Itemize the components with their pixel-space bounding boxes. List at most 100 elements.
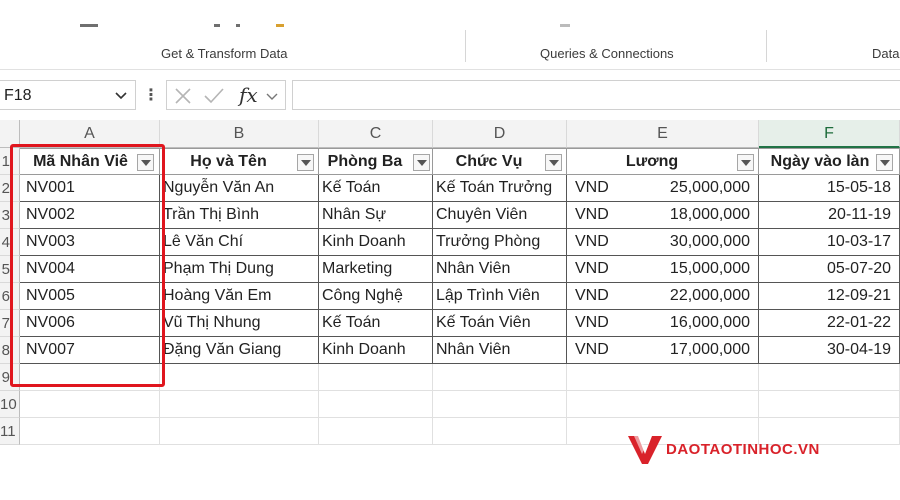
table-cell-name[interactable]: Hoàng Văn Em [160, 283, 319, 310]
select-all-corner[interactable] [0, 120, 20, 148]
empty-cell[interactable] [319, 418, 433, 445]
filter-dropdown-button[interactable] [137, 154, 154, 171]
more-options-icon[interactable]: ⋮ [143, 86, 159, 106]
table-cell-date[interactable]: 05-07-20 [759, 256, 900, 283]
table-cell-role[interactable]: Nhân Viên [433, 256, 567, 283]
column-header-d[interactable]: D [433, 120, 567, 148]
ribbon-icon[interactable] [276, 24, 284, 27]
table-cell-id[interactable]: NV002 [20, 202, 160, 229]
row-header[interactable]: 1 [0, 148, 20, 175]
table-cell-currency[interactable]: VND [567, 202, 619, 229]
empty-cell[interactable] [319, 364, 433, 391]
table-cell-dept[interactable]: Kế Toán [319, 310, 433, 337]
empty-cell[interactable] [759, 364, 900, 391]
table-cell-salary[interactable]: 15,000,000 [619, 256, 759, 283]
table-cell-date[interactable]: 20-11-19 [759, 202, 900, 229]
table-cell-id[interactable]: NV003 [20, 229, 160, 256]
row-header[interactable]: 7 [0, 310, 20, 337]
table-cell-dept[interactable]: Kinh Doanh [319, 337, 433, 364]
table-cell-id[interactable]: NV006 [20, 310, 160, 337]
table-cell-dept[interactable]: Nhân Sự [319, 202, 433, 229]
table-cell-dept[interactable]: Kế Toán [319, 175, 433, 202]
filter-dropdown-button[interactable] [737, 154, 754, 171]
table-cell-date[interactable]: 10-03-17 [759, 229, 900, 256]
filter-dropdown-button[interactable] [876, 154, 893, 171]
table-cell-role[interactable]: Kế Toán Viên [433, 310, 567, 337]
table-cell-id[interactable]: NV004 [20, 256, 160, 283]
table-cell-role[interactable]: Trưởng Phòng [433, 229, 567, 256]
column-header-e[interactable]: E [567, 120, 759, 148]
table-cell-id[interactable]: NV001 [20, 175, 160, 202]
table-cell-name[interactable]: Lê Văn Chí [160, 229, 319, 256]
filter-dropdown-button[interactable] [545, 154, 562, 171]
empty-cell[interactable] [20, 364, 160, 391]
table-cell-date[interactable]: 30-04-19 [759, 337, 900, 364]
empty-cell[interactable] [567, 391, 759, 418]
table-cell-name[interactable]: Vũ Thị Nhung [160, 310, 319, 337]
row-header[interactable]: 3 [0, 202, 20, 229]
table-cell-salary[interactable]: 16,000,000 [619, 310, 759, 337]
table-cell-dept[interactable]: Công Nghệ [319, 283, 433, 310]
ribbon-icon[interactable] [214, 24, 220, 27]
empty-cell[interactable] [319, 391, 433, 418]
table-cell-dept[interactable]: Kinh Doanh [319, 229, 433, 256]
empty-cell[interactable] [160, 391, 319, 418]
ribbon-icon[interactable] [80, 24, 98, 27]
row-header[interactable]: 2 [0, 175, 20, 202]
chevron-down-icon[interactable] [113, 87, 129, 103]
table-header-cell-salary[interactable]: Lương [567, 148, 759, 175]
table-cell-role[interactable]: Lập Trình Viên [433, 283, 567, 310]
empty-cell[interactable] [433, 418, 567, 445]
table-cell-currency[interactable]: VND [567, 310, 619, 337]
table-cell-name[interactable]: Trần Thị Bình [160, 202, 319, 229]
table-cell-role[interactable]: Chuyên Viên [433, 202, 567, 229]
chevron-down-icon[interactable] [265, 89, 279, 103]
table-cell-currency[interactable]: VND [567, 256, 619, 283]
row-header[interactable]: 5 [0, 256, 20, 283]
column-header-c[interactable]: C [319, 120, 433, 148]
insert-function-button[interactable]: fx [239, 83, 258, 107]
column-header-a[interactable]: A [20, 120, 160, 148]
row-header[interactable]: 4 [0, 229, 20, 256]
empty-cell[interactable] [20, 418, 160, 445]
table-cell-salary[interactable]: 17,000,000 [619, 337, 759, 364]
table-cell-date[interactable]: 22-01-22 [759, 310, 900, 337]
empty-cell[interactable] [567, 364, 759, 391]
formula-input[interactable] [292, 80, 900, 110]
table-cell-date[interactable]: 12-09-21 [759, 283, 900, 310]
table-cell-date[interactable]: 15-05-18 [759, 175, 900, 202]
row-header[interactable]: 11 [0, 418, 20, 445]
table-cell-dept[interactable]: Marketing [319, 256, 433, 283]
table-cell-currency[interactable]: VND [567, 283, 619, 310]
table-cell-role[interactable]: Nhân Viên [433, 337, 567, 364]
table-cell-currency[interactable]: VND [567, 337, 619, 364]
empty-cell[interactable] [160, 418, 319, 445]
table-cell-salary[interactable]: 30,000,000 [619, 229, 759, 256]
table-cell-salary[interactable]: 25,000,000 [619, 175, 759, 202]
ribbon-icon[interactable] [560, 24, 570, 27]
table-cell-name[interactable]: Phạm Thị Dung [160, 256, 319, 283]
empty-cell[interactable] [20, 391, 160, 418]
table-cell-salary[interactable]: 22,000,000 [619, 283, 759, 310]
enter-check-icon[interactable] [203, 86, 225, 106]
table-cell-currency[interactable]: VND [567, 229, 619, 256]
column-header-b[interactable]: B [160, 120, 319, 148]
filter-dropdown-button[interactable] [297, 154, 314, 171]
empty-cell[interactable] [433, 364, 567, 391]
filter-dropdown-button[interactable] [413, 154, 430, 171]
empty-cell[interactable] [160, 364, 319, 391]
name-box[interactable]: F18 [0, 80, 136, 110]
column-header-f[interactable]: F [759, 120, 900, 148]
empty-cell[interactable] [759, 391, 900, 418]
row-header[interactable]: 9 [0, 364, 20, 391]
table-header-cell-name[interactable]: Họ và Tên [160, 148, 319, 175]
table-cell-role[interactable]: Kế Toán Trưởng [433, 175, 567, 202]
table-cell-name[interactable]: Nguyễn Văn An [160, 175, 319, 202]
table-cell-name[interactable]: Đặng Văn Giang [160, 337, 319, 364]
empty-cell[interactable] [433, 391, 567, 418]
row-header[interactable]: 10 [0, 391, 20, 418]
cancel-icon[interactable] [173, 86, 193, 106]
table-cell-currency[interactable]: VND [567, 175, 619, 202]
table-cell-salary[interactable]: 18,000,000 [619, 202, 759, 229]
ribbon-icon[interactable] [236, 24, 240, 27]
